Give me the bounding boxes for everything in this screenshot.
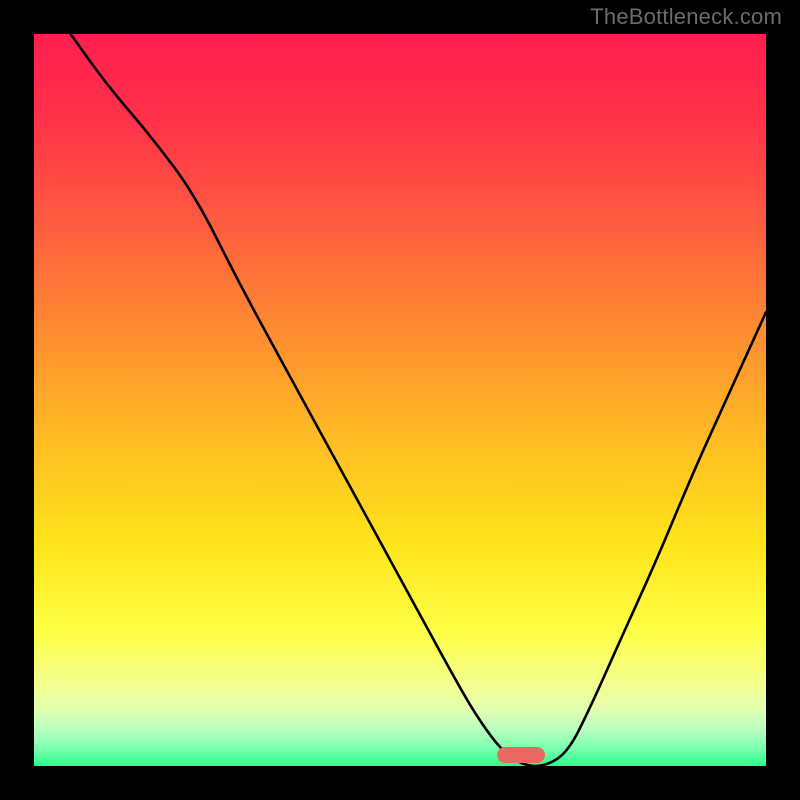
optimal-range-marker (497, 747, 545, 763)
curve-path (71, 34, 766, 766)
bottleneck-chart (34, 34, 766, 766)
attribution-label: TheBottleneck.com (590, 4, 782, 30)
bottleneck-curve (34, 34, 766, 766)
